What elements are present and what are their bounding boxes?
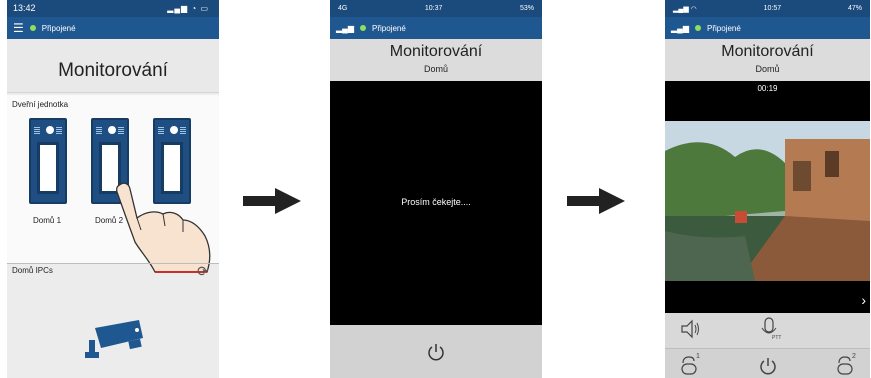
connection-status: Připojené xyxy=(41,23,76,33)
screen-waiting: 4G 10:37 53% ▂▄▆ Připojené Monitorování … xyxy=(330,0,542,378)
chevron-right-icon[interactable]: › xyxy=(861,292,866,308)
speaker-icon[interactable] xyxy=(679,318,701,340)
page-subtitle: Domů xyxy=(423,64,448,74)
status-bar: 4G 10:37 53% xyxy=(330,0,542,17)
section-ipc-label: Domů IPCs xyxy=(12,266,53,275)
connection-dot-icon xyxy=(359,25,366,31)
signal-icon: ▂▄▆ xyxy=(671,23,689,33)
power-icon[interactable] xyxy=(426,342,446,362)
video-frame xyxy=(665,121,870,281)
ptt-label: PTT xyxy=(772,335,782,341)
status-time: 13:42 xyxy=(13,3,36,13)
signal-icon: ▂▄▆ ◠ xyxy=(673,5,697,13)
hamburger-menu-icon[interactable]: ☰ xyxy=(13,22,24,34)
network-label: 4G xyxy=(338,5,348,12)
cctv-camera-icon[interactable] xyxy=(81,318,145,364)
signal-wifi-battery-icon: ▂▄▆ ◔ ▭ xyxy=(167,4,209,13)
connection-status: Připojené xyxy=(706,23,741,33)
waiting-text: Prosím čekejte.... xyxy=(401,197,471,207)
power-icon[interactable] xyxy=(758,356,778,376)
page-subtitle: Domů xyxy=(755,64,780,74)
unlock-2-number: 2 xyxy=(852,353,856,360)
page-title: Monitorování xyxy=(389,43,483,60)
screen-live-video: ▂▄▆ ◠ 10:57 47% ▂▄▆ Připojené Monitorová… xyxy=(665,0,870,378)
connection-bar: ☰ Připojené xyxy=(7,17,219,39)
right-arrow-icon xyxy=(567,188,627,214)
page-title: Monitorování xyxy=(58,60,168,81)
signal-icon: ▂▄▆ xyxy=(336,23,354,33)
battery-level: 47% xyxy=(847,5,862,12)
section-door-label: Dveřní jednotka xyxy=(12,100,69,109)
door-unit-1[interactable] xyxy=(29,118,67,204)
connection-status: Připojené xyxy=(371,23,406,33)
connection-dot-icon xyxy=(694,25,701,31)
right-arrow-icon xyxy=(243,188,303,214)
unlock-1-number: 1 xyxy=(696,353,700,360)
page-title: Monitorování xyxy=(721,43,814,60)
connection-dot-icon xyxy=(29,25,36,31)
status-time: 10:37 xyxy=(424,5,443,12)
status-time: 10:57 xyxy=(763,5,782,12)
status-bar: ▂▄▆ ◠ 10:57 47% xyxy=(665,0,870,17)
battery-level: 53% xyxy=(519,5,534,12)
divider xyxy=(7,263,219,264)
refresh-icon[interactable]: ⟳ xyxy=(197,263,209,280)
door-unit-label-1: Domů 1 xyxy=(33,216,62,225)
connection-bar: ▂▄▆ Připojené xyxy=(665,17,870,39)
connection-bar: ▂▄▆ Připojené xyxy=(330,17,542,39)
screen-door-units: 13:42 ▂▄▆ ◔ ▭ ☰ Připojené Monitorování D… xyxy=(7,0,219,378)
call-duration: 00:19 xyxy=(757,84,778,93)
